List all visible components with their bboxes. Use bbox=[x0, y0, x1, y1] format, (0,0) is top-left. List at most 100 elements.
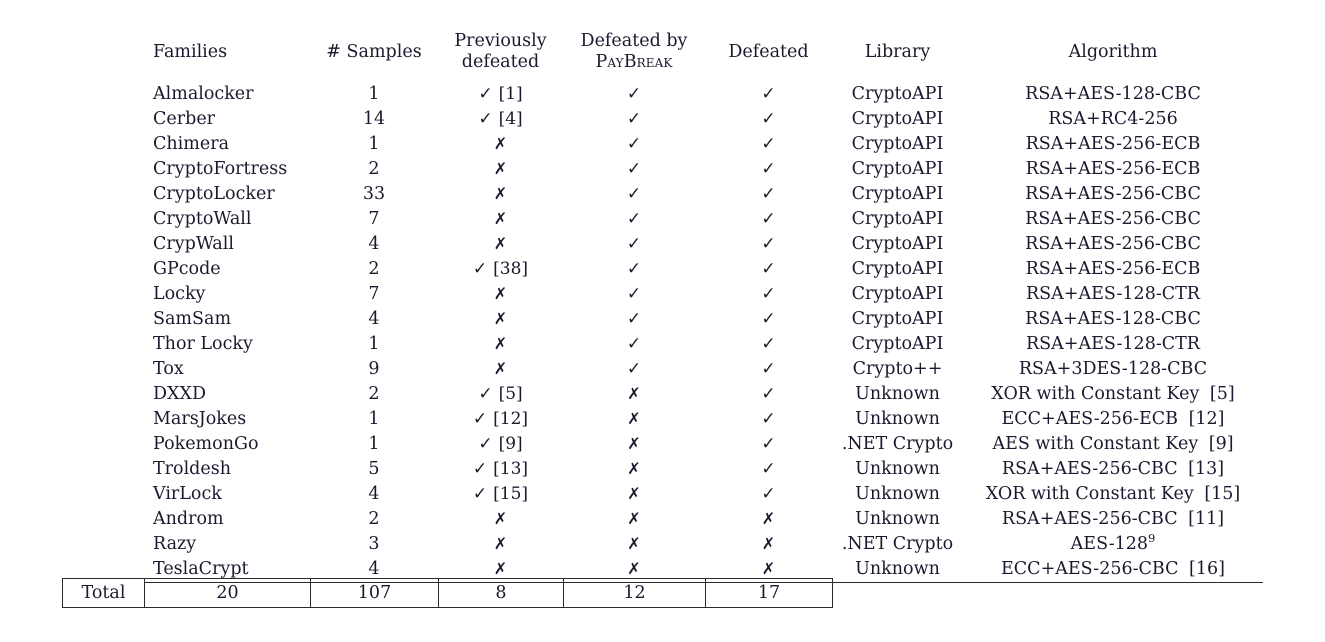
cell-defeated: ✓ bbox=[705, 207, 832, 232]
table-row: Troldesh 5 ✓ [13] ✗ ✓ Unknown RSA+AES-256-CBC [… bbox=[144, 457, 1263, 482]
cell-family: DXXD bbox=[153, 383, 206, 404]
cell-algorithm: RSA+AES-256-CBC [13] bbox=[963, 457, 1263, 482]
algorithm-text: XOR with Constant Key bbox=[985, 483, 1194, 504]
cell-defeated-by-paybreak: ✓ bbox=[563, 232, 705, 257]
algorithm-text: RSA+AES-256-ECB bbox=[1025, 258, 1201, 279]
cross-icon: ✗ bbox=[493, 183, 508, 203]
cell-family: VirLock bbox=[153, 483, 222, 504]
algorithm-text: RSA+AES-256-CBC bbox=[1025, 233, 1201, 254]
algorithm-text: AES with Constant Key bbox=[992, 433, 1199, 454]
cell-previously-defeated: ✗ bbox=[438, 332, 563, 357]
cell-defeated-by-paybreak: ✓ bbox=[563, 157, 705, 182]
table-row: Razy 3 ✗ ✗ ✗ .NET Crypto AES-1289 bbox=[144, 532, 1263, 557]
cell-defeated: ✓ bbox=[705, 107, 832, 132]
cell-algorithm: RSA+AES-256-ECB bbox=[963, 257, 1263, 282]
check-icon: ✓ bbox=[626, 333, 642, 354]
check-icon: ✓ bbox=[761, 83, 776, 104]
cell-samples: 4 bbox=[368, 483, 380, 504]
cell-samples: 14 bbox=[362, 108, 386, 129]
cell-defeated-by-paybreak: ✓ bbox=[563, 207, 705, 232]
cell-library: CryptoAPI bbox=[851, 233, 944, 254]
cross-icon: ✗ bbox=[627, 483, 641, 503]
column-header-algorithm: Algorithm bbox=[963, 22, 1263, 82]
citation-reference: [15] bbox=[1198, 483, 1241, 504]
cross-icon: ✗ bbox=[627, 533, 641, 553]
cell-samples: 2 bbox=[368, 508, 380, 529]
cell-previously-defeated: ✗ bbox=[438, 232, 563, 257]
cell-algorithm: XOR with Constant Key [15] bbox=[963, 482, 1263, 507]
algorithm-text: RSA+AES-256-CBC bbox=[1025, 208, 1201, 229]
cross-icon: ✗ bbox=[761, 508, 776, 528]
check-icon: ✓ bbox=[472, 258, 488, 279]
cell-family: Cerber bbox=[153, 108, 216, 129]
cell-defeated-by-paybreak: ✗ bbox=[563, 482, 705, 507]
cross-icon: ✗ bbox=[493, 358, 508, 378]
column-header-previously-defeated: Previously defeated bbox=[438, 22, 563, 82]
algorithm-text: RSA+AES-128-CTR bbox=[1026, 283, 1200, 304]
cross-icon: ✗ bbox=[493, 133, 508, 153]
cell-library: Unknown bbox=[855, 483, 940, 504]
check-icon: ✓ bbox=[761, 233, 776, 254]
column-header-samples: # Samples bbox=[310, 22, 438, 82]
cell-family: Almalocker bbox=[153, 83, 254, 104]
cell-defeated: ✗ bbox=[705, 507, 832, 532]
cell-algorithm: AES with Constant Key [9] bbox=[963, 432, 1263, 457]
cell-algorithm: XOR with Constant Key [5] bbox=[963, 382, 1263, 407]
table-row: CrypWall 4 ✗ ✓ ✓ CryptoAPI RSA+AES-256-CBC bbox=[144, 232, 1263, 257]
algorithm-text: RSA+AES-256-ECB bbox=[1025, 158, 1201, 179]
check-icon: ✓ bbox=[626, 358, 642, 379]
cell-family: CryptoWall bbox=[153, 208, 252, 229]
cell-family: SamSam bbox=[153, 308, 232, 329]
check-icon: ✓ bbox=[761, 358, 776, 379]
cell-family: Tox bbox=[153, 358, 184, 379]
cell-algorithm: AES-1289 bbox=[963, 532, 1263, 557]
column-header-library: Library bbox=[832, 22, 963, 82]
cell-samples: 4 bbox=[368, 233, 380, 254]
total-row: Total 20 107 8 12 17 bbox=[62, 578, 833, 608]
check-icon: ✓ bbox=[626, 133, 642, 154]
cell-defeated-by-paybreak: ✓ bbox=[563, 332, 705, 357]
check-icon: ✓ bbox=[761, 133, 776, 154]
cell-library: CryptoAPI bbox=[851, 183, 944, 204]
cell-previously-defeated: ✓ [1] bbox=[438, 82, 563, 107]
cell-defeated-by-paybreak: ✓ bbox=[563, 357, 705, 382]
cross-icon: ✗ bbox=[627, 558, 641, 578]
cell-library: Unknown bbox=[832, 557, 963, 583]
column-header-text: Families bbox=[153, 41, 228, 62]
cell-samples: 7 bbox=[368, 283, 380, 304]
total-defeated-by-paybreak-count: 12 bbox=[563, 578, 706, 608]
cross-icon: ✗ bbox=[627, 408, 641, 428]
cross-icon: ✗ bbox=[627, 383, 641, 403]
check-icon: ✓ bbox=[761, 483, 776, 504]
cell-library: CryptoAPI bbox=[851, 333, 944, 354]
cell-previously-defeated: ✓ [5] bbox=[438, 382, 563, 407]
cell-defeated: ✓ bbox=[705, 282, 832, 307]
check-icon: ✓ bbox=[761, 183, 776, 204]
main-table: Families # Samples Previously defeated Defea… bbox=[144, 22, 1263, 583]
check-icon: ✓ bbox=[626, 158, 642, 179]
cell-previously-defeated: ✓ [38] bbox=[438, 257, 563, 282]
column-header-text: Defeated by bbox=[580, 31, 688, 52]
total-table: Total 20 107 8 12 17 bbox=[62, 578, 833, 608]
cell-defeated: ✓ bbox=[705, 382, 832, 407]
cell-defeated-by-paybreak: ✓ bbox=[563, 82, 705, 107]
table-row: Tox 9 ✗ ✓ ✓ Crypto++ RSA+3DES-128-CBC bbox=[144, 357, 1263, 382]
algorithm-text: RSA+AES-256-CBC bbox=[1025, 183, 1201, 204]
table-row: Locky 7 ✗ ✓ ✓ CryptoAPI RSA+AES-128-CTR bbox=[144, 282, 1263, 307]
check-icon: ✓ bbox=[761, 208, 776, 229]
cell-algorithm: RSA+AES-128-CBC bbox=[963, 82, 1263, 107]
table-row: Thor Locky 1 ✗ ✓ ✓ CryptoAPI RSA+AES-128-CTR bbox=[144, 332, 1263, 357]
table-row: CryptoWall 7 ✗ ✓ ✓ CryptoAPI RSA+AES-256-CBC bbox=[144, 207, 1263, 232]
cell-samples: 33 bbox=[362, 183, 386, 204]
cell-samples: 2 bbox=[368, 258, 380, 279]
check-icon: ✓ bbox=[626, 183, 642, 204]
cell-algorithm: ECC+AES-256-CBC [16] bbox=[963, 557, 1263, 583]
check-icon: ✓ bbox=[626, 283, 642, 304]
cell-family: Androm bbox=[153, 508, 224, 529]
check-icon: ✓ bbox=[761, 258, 776, 279]
cell-previously-defeated: ✗ bbox=[438, 182, 563, 207]
cell-defeated-by-paybreak: ✗ bbox=[563, 457, 705, 482]
cell-previously-defeated: ✓ [15] bbox=[438, 482, 563, 507]
column-header-families: Families bbox=[144, 22, 310, 82]
cell-algorithm: RSA+AES-128-CTR bbox=[963, 332, 1263, 357]
